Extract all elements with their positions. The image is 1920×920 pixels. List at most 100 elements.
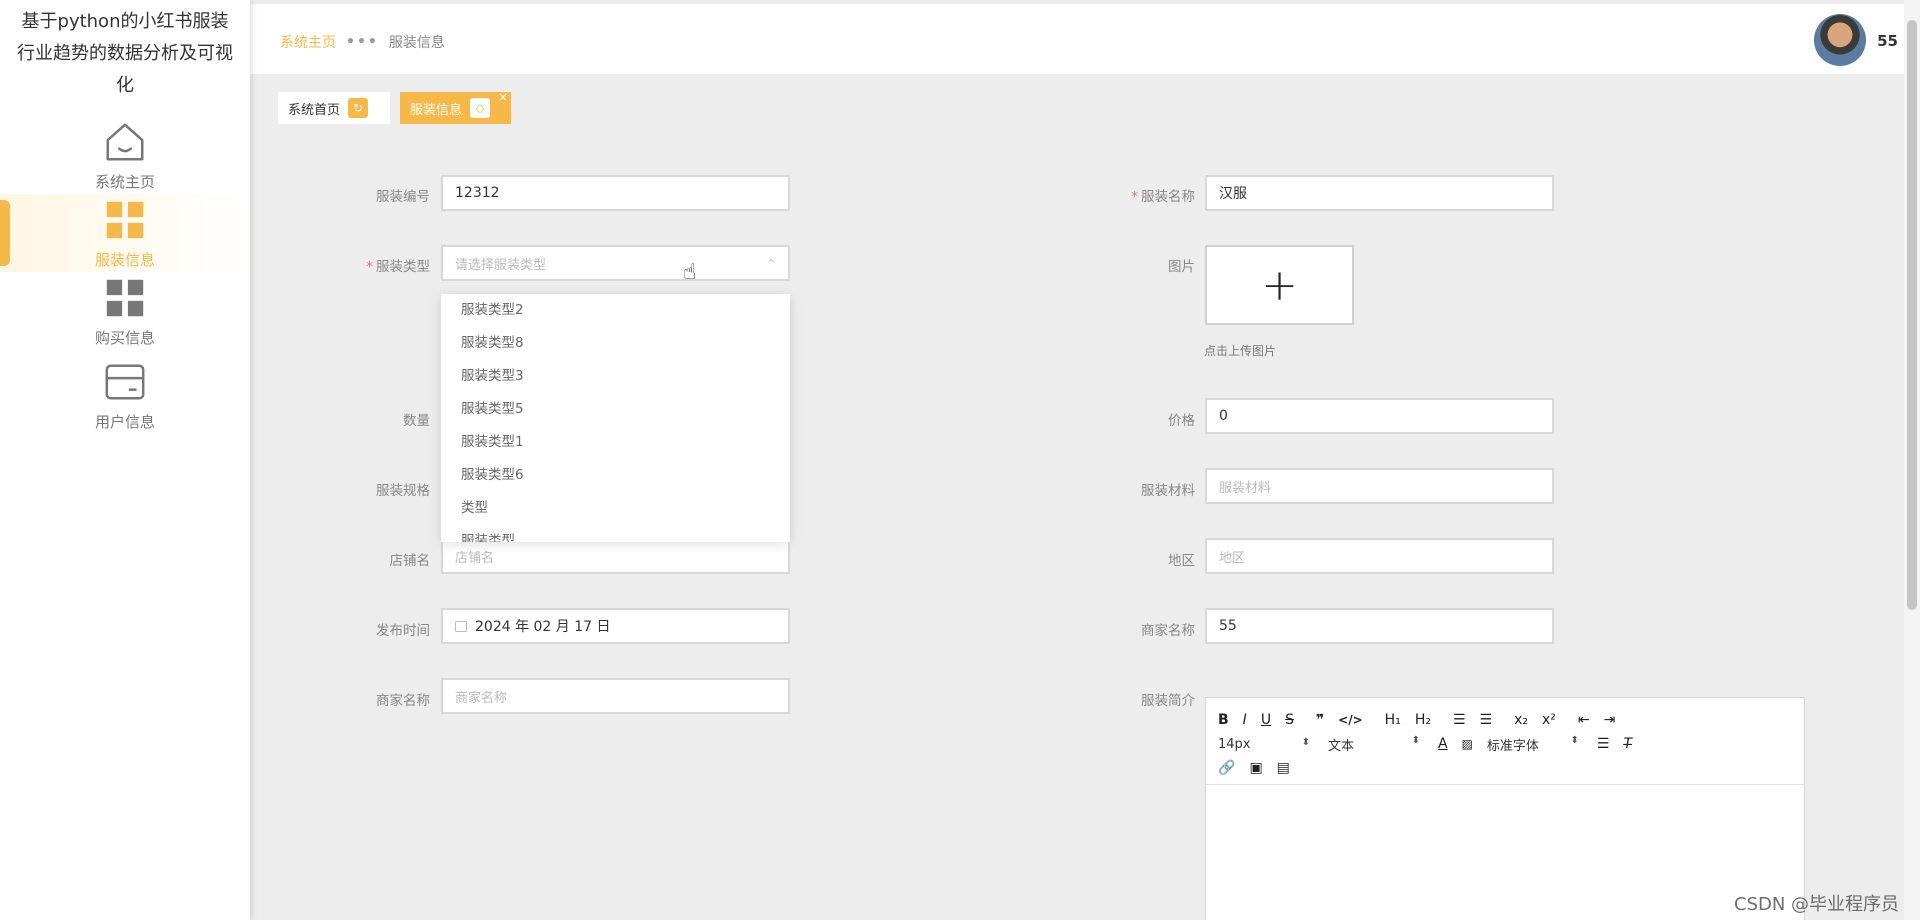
sidebar-item-purchase[interactable]: 购买信息 [0, 272, 250, 350]
video-icon[interactable]: ▤ [1277, 760, 1290, 776]
font-size-value: 14px [1218, 736, 1251, 752]
dropdown-option[interactable]: 类型 [441, 492, 790, 525]
type-select[interactable]: 请选择服装类型 ⌃ [441, 245, 790, 281]
editor-toolbar: B I U S ❞ </> H₁ H₂ ☰ ☰ x₂ x² ⇤ ⇥ 14px ⬍ … [1206, 698, 1804, 785]
type-dropdown: 服装类型2 服装类型8 服装类型3 服装类型5 服装类型1 服装类型6 类型 服… [441, 294, 790, 542]
font-family-select[interactable]: 标准字体 ⬍ [1487, 735, 1579, 754]
breadcrumb-separator: ••• [346, 34, 379, 50]
sidebar-item-label: 购买信息 [94, 328, 155, 347]
sidebar-item-label: 服装信息 [94, 250, 155, 269]
dropdown-option[interactable]: 服装类型 [441, 525, 790, 542]
merchant-label-right: 商家名称 [1141, 623, 1195, 639]
tab-clothing[interactable]: 服装信息 ◇ × [400, 90, 511, 124]
required-mark: * [366, 259, 373, 275]
dropdown-option[interactable]: 服装类型1 [441, 426, 790, 459]
close-icon[interactable]: × [498, 90, 508, 104]
background-color-icon[interactable]: ▨ [1462, 737, 1473, 751]
name-label: * 服装名称 [1075, 185, 1195, 205]
font-color-icon[interactable]: A [1438, 736, 1448, 752]
sidebar-item-users[interactable]: 用户信息 [0, 350, 250, 440]
publish-time-label: 发布时间 [376, 623, 430, 639]
indent-icon[interactable]: ⇥ [1604, 712, 1616, 728]
dropdown-option[interactable]: 服装类型2 [441, 294, 790, 327]
breadcrumb-home[interactable]: 系统主页 [280, 32, 336, 52]
italic-icon[interactable]: I [1243, 712, 1247, 728]
spec-label: 服装规格 [376, 483, 430, 499]
tab-label: 服装信息 [410, 102, 463, 118]
price-input[interactable]: 0 [1205, 398, 1554, 434]
sidebar-item-label: 系统主页 [94, 172, 155, 191]
paragraph-select[interactable]: 文本 ⬍ [1328, 735, 1420, 754]
clear-format-icon[interactable]: T̶ [1623, 736, 1632, 752]
link-icon[interactable]: 🔗 [1218, 760, 1235, 776]
breadcrumb: 系统主页 ••• 服装信息 [280, 32, 445, 52]
calendar-icon [455, 620, 467, 632]
intro-label: 服装简介 [1141, 693, 1195, 709]
superscript-icon[interactable]: x² [1542, 712, 1556, 728]
heading1-icon[interactable]: H₁ [1385, 712, 1401, 728]
top-header: 系统主页 ••• 服装信息 55 [250, 4, 1904, 74]
shield-icon: ◇ [470, 98, 491, 118]
align-icon[interactable]: ☰ [1597, 736, 1610, 752]
bold-icon[interactable]: B [1218, 712, 1229, 728]
paragraph-value: 文本 [1328, 738, 1355, 754]
quantity-label: 数量 [403, 413, 430, 429]
page-scrollbar[interactable] [1904, 0, 1920, 920]
sidebar-item-clothing[interactable]: 服装信息 [0, 194, 250, 272]
breadcrumb-current: 服装信息 [388, 35, 445, 51]
merchant-input-left[interactable]: 商家名称 [441, 678, 790, 714]
region-label: 地区 [1168, 553, 1195, 569]
hand-cursor-icon: ☝ [683, 260, 697, 285]
region-input[interactable]: 地区 [1205, 538, 1554, 574]
type-select-placeholder: 请选择服装类型 [455, 257, 547, 273]
image-icon[interactable]: ▣ [1249, 760, 1262, 776]
card-icon [105, 363, 145, 400]
ordered-list-icon[interactable]: ☰ [1453, 712, 1466, 728]
app-title: 基于python的小红书服装行业趋势的数据分析及可视化 [17, 11, 233, 96]
chevron-icon: ⬍ [1301, 736, 1310, 748]
code-input[interactable]: 12312 [441, 175, 790, 211]
avatar[interactable] [1814, 14, 1866, 66]
dropdown-option[interactable]: 服装类型8 [441, 327, 790, 360]
bullet-list-icon[interactable]: ☰ [1480, 712, 1493, 728]
chevron-up-icon: ⌃ [766, 257, 776, 270]
publish-time-value: 2024 年 02 月 17 日 [475, 619, 611, 635]
upload-hint: 点击上传图片 [1204, 344, 1277, 358]
subscript-icon[interactable]: x₂ [1514, 712, 1528, 728]
username[interactable]: 55 [1877, 32, 1898, 50]
sidebar-item-home[interactable]: 系统主页 [0, 116, 250, 194]
tab-home[interactable]: 系统首页 ↻ [278, 92, 390, 124]
plus-icon: + [1261, 259, 1298, 311]
code-label: 服装编号 [376, 189, 430, 205]
dropdown-option[interactable]: 服装类型6 [441, 459, 790, 492]
merchant-input-right[interactable]: 55 [1205, 608, 1554, 644]
dropdown-option[interactable]: 服装类型5 [441, 393, 790, 426]
watermark: CSDN @毕业程序员 [1734, 894, 1900, 915]
image-upload-button[interactable]: + [1205, 245, 1354, 325]
dropdown-option[interactable]: 服装类型3 [441, 360, 790, 393]
heading2-icon[interactable]: H₂ [1415, 712, 1431, 728]
blockquote-icon[interactable]: ❞ [1316, 712, 1324, 728]
sidebar-item-label: 用户信息 [94, 412, 155, 431]
type-label: * 服装类型 [310, 255, 430, 275]
scrollbar-thumb[interactable] [1907, 20, 1917, 610]
tab-label: 系统首页 [288, 102, 341, 118]
name-label-text: 服装名称 [1141, 189, 1195, 205]
strike-icon[interactable]: S [1285, 712, 1294, 728]
font-size-select[interactable]: 14px ⬍ [1218, 737, 1310, 752]
publish-time-picker[interactable]: 2024 年 02 月 17 日 [441, 608, 790, 644]
intro-editor: B I U S ❞ </> H₁ H₂ ☰ ☰ x₂ x² ⇤ ⇥ 14px ⬍ … [1205, 697, 1805, 920]
refresh-icon: ↻ [348, 98, 369, 118]
merchant-label-left: 商家名称 [376, 693, 430, 709]
price-label: 价格 [1168, 413, 1195, 429]
shop-input[interactable]: 店铺名 [441, 538, 790, 574]
required-mark: * [1131, 189, 1138, 205]
type-label-text: 服装类型 [376, 259, 430, 275]
grid-icon [106, 201, 144, 238]
code-icon[interactable]: </> [1338, 713, 1363, 727]
name-input[interactable]: 汉服 [1205, 175, 1554, 211]
underline-icon[interactable]: U [1261, 712, 1271, 728]
material-input[interactable]: 服装材料 [1205, 468, 1554, 504]
outdent-icon[interactable]: ⇤ [1578, 712, 1590, 728]
chevron-icon: ⬍ [1411, 734, 1420, 746]
